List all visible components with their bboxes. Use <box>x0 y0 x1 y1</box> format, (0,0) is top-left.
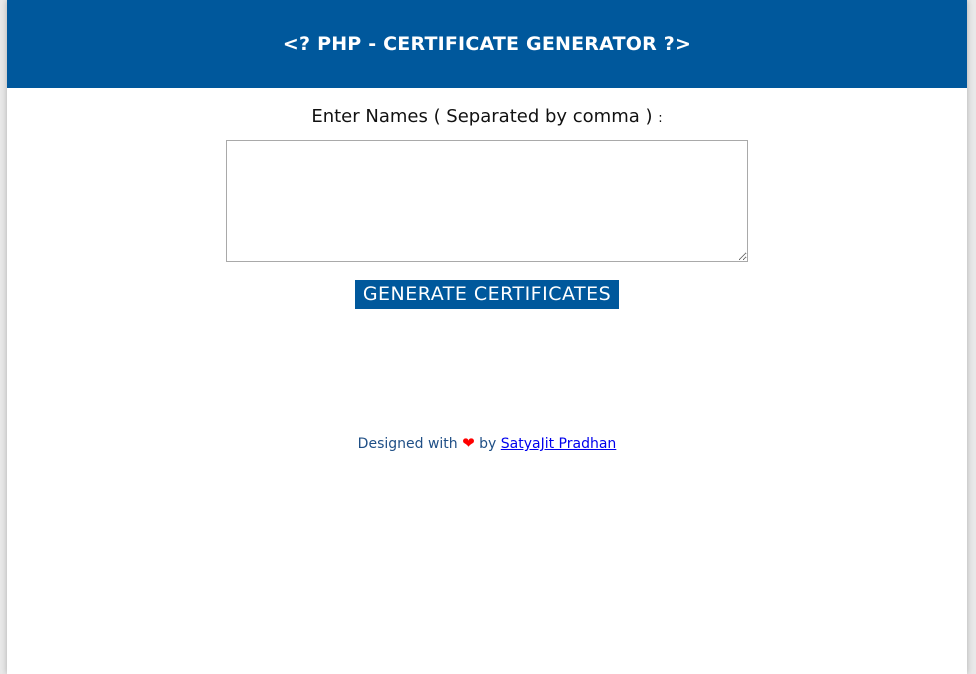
author-link[interactable]: SatyaJit Pradhan <box>501 436 617 452</box>
header-bar: <? PHP - CERTIFICATE GENERATOR ?> <box>7 0 967 88</box>
names-label: Enter Names ( Separated by comma ) : <box>7 105 967 128</box>
page-title: <? PHP - CERTIFICATE GENERATOR ?> <box>282 33 692 55</box>
generate-certificates-button[interactable]: GENERATE CERTIFICATES <box>354 280 620 309</box>
footer-prefix: Designed with <box>357 436 458 452</box>
footer: Designed with ❤ by SatyaJit Pradhan <box>7 434 967 452</box>
names-label-text: Enter Names ( Separated by comma ) <box>311 106 653 127</box>
footer-by: by <box>479 436 497 452</box>
names-label-colon: : <box>658 111 663 126</box>
heart-icon: ❤ <box>462 434 475 452</box>
page: <? PHP - CERTIFICATE GENERATOR ?> Enter … <box>7 0 967 674</box>
names-textarea[interactable] <box>226 140 748 262</box>
names-form: Enter Names ( Separated by comma ) : GEN… <box>7 105 967 309</box>
